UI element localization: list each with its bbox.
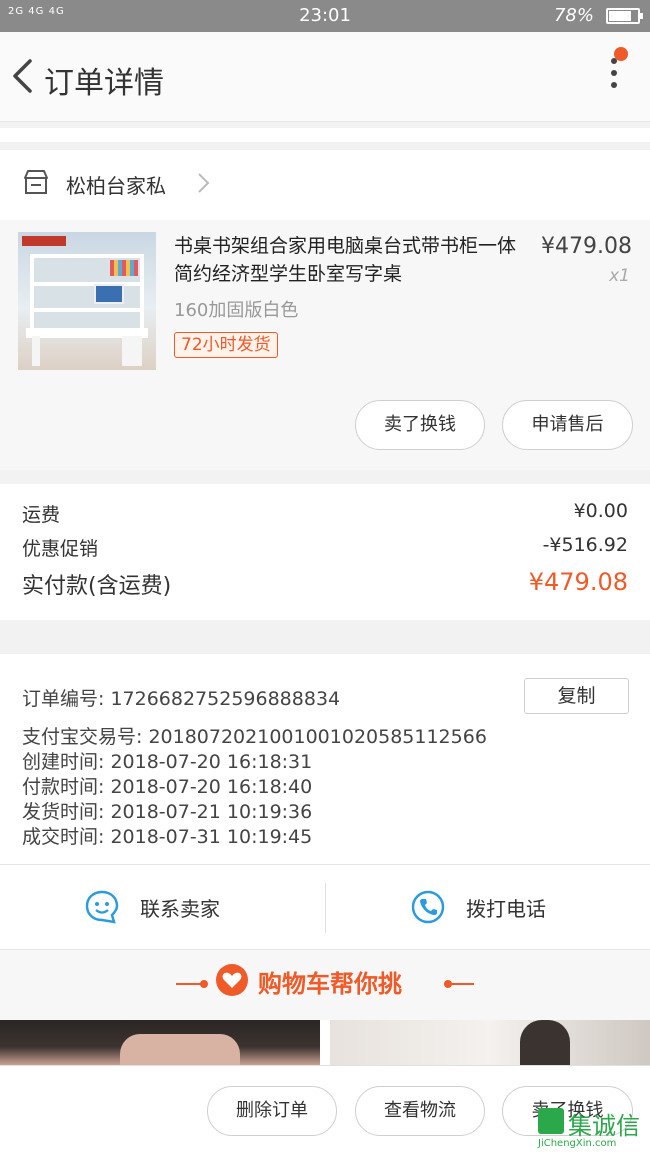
order-number: 订单编号: 1726682752596888834 [22,688,341,710]
resell-button[interactable]: 卖了换钱 [355,400,485,450]
product-variant: 160加固版白色 [174,300,299,321]
shipped-time: 发货时间: 2018-07-21 10:19:36 [22,801,313,823]
delete-order-button[interactable]: 删除订单 [207,1086,337,1136]
fee-summary: 运费 ¥0.00 优惠促销 -¥516.92 实付款(含运费) ¥479.08 [0,484,650,620]
paid-label: 实付款(含运费) [22,574,172,599]
shipping-fee-value: ¥0.00 [573,500,628,522]
decor-dot-left [200,980,208,988]
recommended-product-image[interactable] [0,1020,320,1068]
phone-icon [411,890,445,924]
shop-row[interactable]: 松柏台家私 [0,150,650,220]
recommended-product-image[interactable] [330,1020,650,1065]
status-time: 23:01 [299,5,351,26]
created-time: 创建时间: 2018-07-20 16:18:31 [22,751,313,773]
after-sales-button[interactable]: 申请售后 [502,400,633,450]
product-price: ¥479.08 [541,234,632,259]
recommended-products [0,1020,650,1068]
shop-name: 松柏台家私 [66,174,166,198]
store-icon [24,170,48,194]
notification-dot [614,47,628,61]
battery-percent: 78% [553,5,594,26]
contact-divider [325,883,326,933]
status-bar: 2G 4G 4G 23:01 78% [0,0,650,32]
product-title: 书桌书架组合家用电脑桌台式带书柜一体简约经济型学生卧室写字桌 [174,235,517,285]
shipping-fee-row: 运费 ¥0.00 [22,500,628,527]
shipping-tag: 72小时发货 [174,332,278,358]
battery-icon [606,8,643,24]
paid-value: ¥479.08 [528,568,628,596]
view-logistics-button[interactable]: 查看物流 [355,1086,485,1136]
page-title: 订单详情 [44,66,164,101]
heart-icon [216,964,248,996]
product-thumbnail[interactable] [18,232,156,370]
watermark-text: 集诚信 [568,1112,640,1140]
top-strip [0,128,650,142]
more-menu-icon[interactable] [608,58,620,94]
contact-row: 联系卖家 拨打电话 [0,864,650,950]
back-arrow-icon[interactable] [10,58,36,94]
nav-bar: 订单详情 [0,32,650,122]
product-card[interactable]: 书桌书架组合家用电脑桌台式带书柜一体简约经济型学生卧室写字桌 ¥479.08 x… [0,220,650,470]
shipping-fee-label: 运费 [22,504,61,526]
paid-time: 付款时间: 2018-07-20 16:18:40 [22,776,313,798]
alipay-trade-number: 支付宝交易号: 2018072021001001020585112566 [22,726,487,748]
watermark: 集诚信 JiChengXin.com [528,1100,650,1155]
decor-line-left [176,983,202,985]
completed-time: 成交时间: 2018-07-31 10:19:45 [22,826,313,848]
recommendation-title: 购物车帮你挑 [258,970,402,998]
product-quantity: x1 [609,266,630,286]
call-phone-label: 拨打电话 [466,897,546,921]
copy-button[interactable]: 复制 [524,678,629,714]
watermark-url: JiChengXin.com [538,1138,617,1149]
discount-label: 优惠促销 [22,538,99,560]
decor-line-right [448,983,474,985]
discount-value: -¥516.92 [542,534,628,556]
watermark-logo-icon [538,1108,564,1134]
discount-row: 优惠促销 -¥516.92 [22,534,628,561]
order-info: 订单编号: 1726682752596888834 复制 支付宝交易号: 201… [0,654,650,864]
contact-seller-label: 联系卖家 [140,897,220,921]
chevron-right-icon [198,173,210,193]
recommendation-header: 购物车帮你挑 [0,950,650,1020]
chat-bubble-icon [85,890,119,924]
paid-row: 实付款(含运费) ¥479.08 [22,568,628,600]
